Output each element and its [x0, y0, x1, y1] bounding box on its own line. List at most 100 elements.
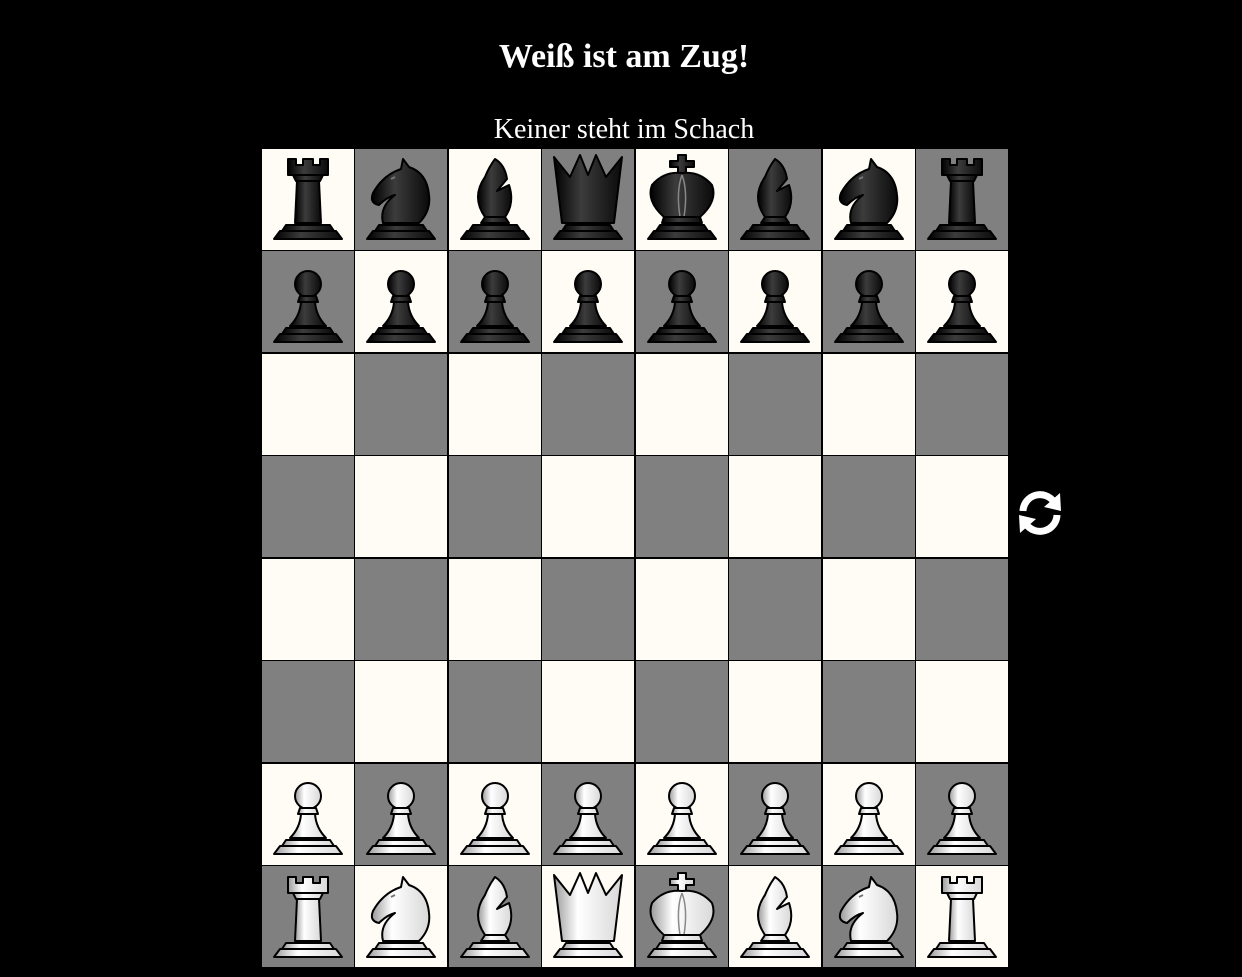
square-g7[interactable] — [822, 251, 915, 352]
square-h7[interactable] — [916, 251, 1008, 352]
check-status: Keiner steht im Schach — [493, 114, 755, 145]
square-d5[interactable] — [542, 456, 634, 557]
white-queen-icon[interactable] — [544, 869, 632, 965]
black-bishop-icon[interactable] — [731, 151, 819, 247]
square-a4[interactable] — [261, 558, 354, 660]
black-bishop-icon[interactable] — [451, 151, 539, 247]
white-pawn-icon[interactable] — [638, 766, 726, 862]
black-rook-icon[interactable] — [264, 151, 352, 247]
square-f1[interactable] — [729, 866, 821, 967]
square-f7[interactable] — [729, 251, 821, 352]
black-queen-icon[interactable] — [544, 151, 632, 247]
square-h2[interactable] — [916, 763, 1008, 865]
black-pawn-icon[interactable] — [264, 254, 352, 350]
white-pawn-icon[interactable] — [825, 766, 913, 862]
square-g8[interactable] — [822, 148, 915, 250]
white-knight-icon[interactable] — [357, 869, 445, 965]
rotate-board-button[interactable] — [1014, 487, 1066, 539]
square-a3[interactable] — [261, 661, 354, 762]
square-e5[interactable] — [635, 456, 728, 557]
square-f4[interactable] — [729, 558, 821, 660]
square-d4[interactable] — [542, 558, 634, 660]
square-f8[interactable] — [729, 148, 821, 250]
square-a2[interactable] — [261, 763, 354, 865]
white-pawn-icon[interactable] — [544, 766, 632, 862]
black-pawn-icon[interactable] — [825, 254, 913, 350]
square-g5[interactable] — [822, 456, 915, 557]
square-h8[interactable] — [916, 148, 1008, 250]
square-e2[interactable] — [635, 763, 728, 865]
square-c2[interactable] — [448, 763, 541, 865]
square-a8[interactable] — [261, 148, 354, 250]
square-b7[interactable] — [355, 251, 447, 352]
black-pawn-icon[interactable] — [451, 254, 539, 350]
square-d7[interactable] — [542, 251, 634, 352]
white-king-icon[interactable] — [638, 869, 726, 965]
square-h1[interactable] — [916, 866, 1008, 967]
square-d6[interactable] — [542, 353, 634, 455]
black-rook-icon[interactable] — [918, 151, 1006, 247]
square-e6[interactable] — [635, 353, 728, 455]
chess-board — [260, 147, 1008, 967]
square-b3[interactable] — [355, 661, 447, 762]
black-pawn-icon[interactable] — [638, 254, 726, 350]
square-e8[interactable] — [635, 148, 728, 250]
square-g4[interactable] — [822, 558, 915, 660]
square-d8[interactable] — [542, 148, 634, 250]
square-f6[interactable] — [729, 353, 821, 455]
square-d2[interactable] — [542, 763, 634, 865]
square-b1[interactable] — [355, 866, 447, 967]
square-a5[interactable] — [261, 456, 354, 557]
square-e3[interactable] — [635, 661, 728, 762]
white-rook-icon[interactable] — [918, 869, 1006, 965]
square-e7[interactable] — [635, 251, 728, 352]
white-bishop-icon[interactable] — [451, 869, 539, 965]
square-b8[interactable] — [355, 148, 447, 250]
black-knight-icon[interactable] — [825, 151, 913, 247]
turn-indicator: Weiß ist am Zug! — [498, 38, 750, 75]
square-c3[interactable] — [448, 661, 541, 762]
black-pawn-icon[interactable] — [918, 254, 1006, 350]
square-h3[interactable] — [916, 661, 1008, 762]
square-c8[interactable] — [448, 148, 541, 250]
black-pawn-icon[interactable] — [731, 254, 819, 350]
square-h4[interactable] — [916, 558, 1008, 660]
square-b5[interactable] — [355, 456, 447, 557]
square-c1[interactable] — [448, 866, 541, 967]
square-f3[interactable] — [729, 661, 821, 762]
black-pawn-icon[interactable] — [544, 254, 632, 350]
square-a7[interactable] — [261, 251, 354, 352]
black-king-icon[interactable] — [638, 151, 726, 247]
square-g2[interactable] — [822, 763, 915, 865]
square-g1[interactable] — [822, 866, 915, 967]
white-pawn-icon[interactable] — [918, 766, 1006, 862]
square-c6[interactable] — [448, 353, 541, 455]
square-a1[interactable] — [261, 866, 354, 967]
square-c7[interactable] — [448, 251, 541, 352]
square-d3[interactable] — [542, 661, 634, 762]
black-knight-icon[interactable] — [357, 151, 445, 247]
square-h5[interactable] — [916, 456, 1008, 557]
white-pawn-icon[interactable] — [357, 766, 445, 862]
square-e4[interactable] — [635, 558, 728, 660]
square-a6[interactable] — [261, 353, 354, 455]
white-bishop-icon[interactable] — [731, 869, 819, 965]
square-g6[interactable] — [822, 353, 915, 455]
square-c5[interactable] — [448, 456, 541, 557]
square-h6[interactable] — [916, 353, 1008, 455]
square-b4[interactable] — [355, 558, 447, 660]
square-g3[interactable] — [822, 661, 915, 762]
square-b6[interactable] — [355, 353, 447, 455]
white-pawn-icon[interactable] — [451, 766, 539, 862]
white-knight-icon[interactable] — [825, 869, 913, 965]
square-b2[interactable] — [355, 763, 447, 865]
square-e1[interactable] — [635, 866, 728, 967]
white-pawn-icon[interactable] — [731, 766, 819, 862]
white-rook-icon[interactable] — [264, 869, 352, 965]
square-c4[interactable] — [448, 558, 541, 660]
square-f2[interactable] — [729, 763, 821, 865]
square-f5[interactable] — [729, 456, 821, 557]
white-pawn-icon[interactable] — [264, 766, 352, 862]
square-d1[interactable] — [542, 866, 634, 967]
black-pawn-icon[interactable] — [357, 254, 445, 350]
